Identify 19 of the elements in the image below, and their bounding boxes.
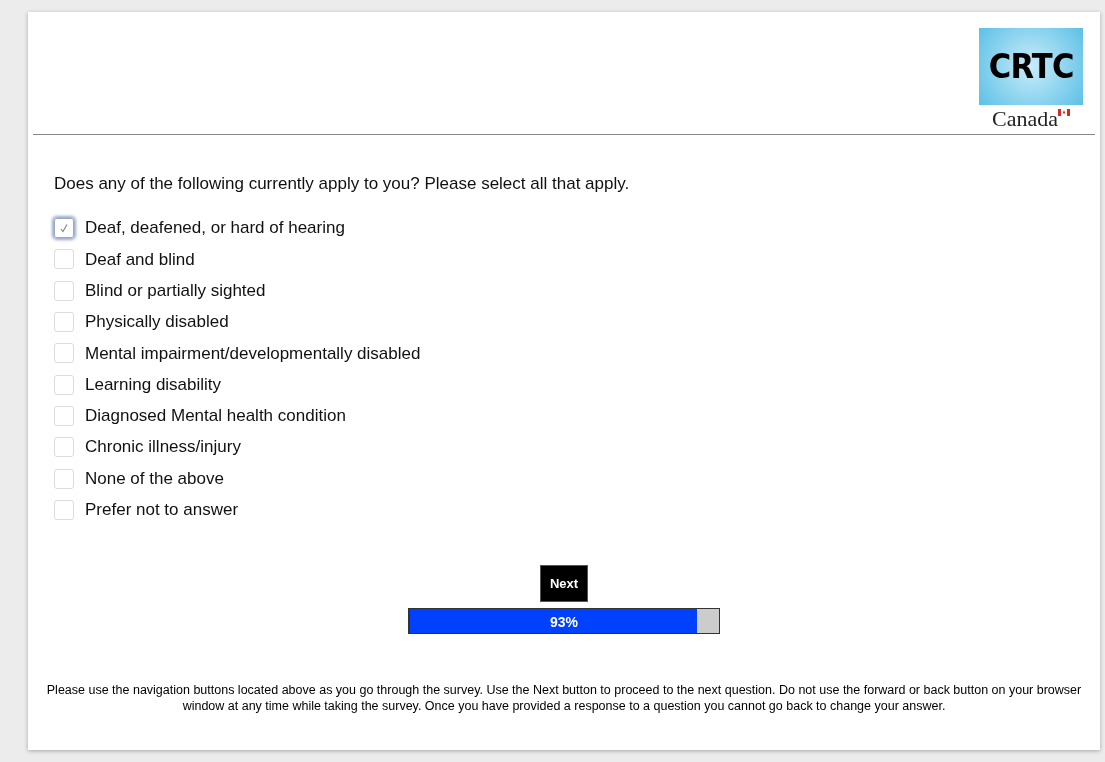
question-text: Does any of the following currently apply to you? Please select all that apply. [54,173,631,195]
option-label: Diagnosed Mental health condition [85,405,346,428]
option-label: Prefer not to answer [85,499,239,522]
option-label: Physically disabled [85,311,229,334]
option-label: None of the above [85,467,224,490]
logo-acronym: CRTC [988,45,1074,88]
option-label: Chronic illness/injury [85,436,241,459]
option-label: Deaf and blind [85,248,195,271]
option-label: Deaf, deafened, or hard of hearing [85,217,345,240]
flag-icon [1058,109,1070,116]
option-label: Blind or partially sighted [85,280,266,302]
check-icon [59,223,69,234]
footer-text: Please use the navigation buttons located above as you go through the survey. Use the Next button to proceed to the next question. Do not use the forward or back button on your browser window at any time while taking the survey. Once you have provided a response to a question you cannot go back to change your answer. [45,682,1083,715]
next-button[interactable]: Next [540,565,588,603]
option-label: Mental impairment/developmentally disabled [85,342,421,365]
checkbox[interactable] [54,218,74,239]
logo-wordmark: Canada [992,106,1058,132]
option-label: Learning disability [85,373,222,396]
progress-reading: 93% [550,613,579,633]
